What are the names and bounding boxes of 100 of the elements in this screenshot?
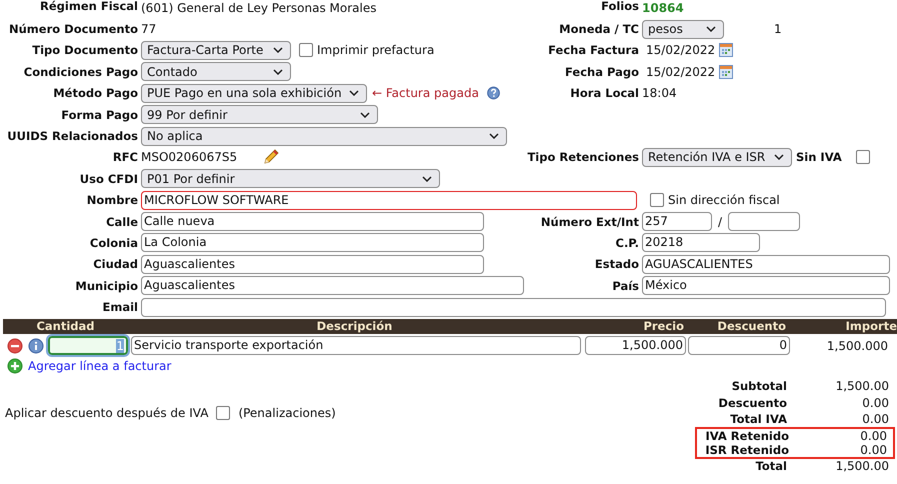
text-input[interactable] — [728, 212, 800, 232]
chevron-icon — [273, 47, 283, 54]
total-value: 0.00 — [861, 396, 890, 410]
text-input[interactable]: Aguascalientes — [141, 276, 524, 296]
field-label: Hora Local — [569, 86, 640, 100]
column-header: Cantidad — [35, 319, 96, 334]
checkbox[interactable] — [299, 43, 313, 58]
date-value: 15/02/2022 — [646, 64, 716, 79]
field-label: Estado — [594, 257, 640, 272]
checkbox-label: Sin IVA — [795, 150, 843, 164]
field-value: 18:04 — [642, 86, 677, 100]
field-label: Municipio — [74, 278, 139, 293]
text-input[interactable]: AGUASCALIENTES — [642, 254, 890, 274]
field-label: Folios — [600, 0, 640, 15]
folio-number: 10864 — [642, 0, 684, 15]
dropdown-select[interactable]: Contado — [141, 62, 291, 82]
field-label: Nombre — [86, 193, 139, 208]
field-label: Uso CFDI — [78, 172, 139, 186]
date-value: 15/02/2022 — [646, 43, 716, 58]
total-label: Total — [754, 459, 787, 474]
dropdown-select[interactable]: Factura-Carta Porte — [141, 40, 291, 60]
text-input[interactable]: La Colonia — [141, 233, 484, 252]
text-input[interactable]: Calle nueva — [141, 212, 484, 232]
field-label: Régimen Fiscal — [39, 0, 139, 15]
option-label: Aplicar descuento después de IVA — [5, 406, 208, 420]
text-input[interactable]: MICROFLOW SOFTWARE — [141, 190, 637, 210]
field-label: Número Documento — [8, 22, 139, 36]
total-label: Descuento — [717, 396, 787, 410]
info-icon[interactable] — [28, 338, 44, 354]
total-label: Subtotal — [730, 379, 787, 394]
field-label: Forma Pago — [60, 108, 139, 122]
calendar-icon[interactable] — [719, 43, 734, 58]
chevron-icon — [422, 176, 432, 182]
field-value: 77 — [141, 22, 156, 36]
dropdown-select[interactable]: pesos — [642, 20, 724, 39]
chevron-icon — [706, 26, 716, 32]
total-value: 0.00 — [859, 443, 888, 458]
description-input[interactable]: Servicio transporte exportación — [131, 336, 581, 356]
total-label: IVA Retenido — [704, 429, 789, 444]
dropdown-select[interactable]: Retención IVA e ISR — [642, 148, 792, 167]
separator-text: / — [718, 214, 722, 229]
column-header: Descripción — [316, 319, 394, 334]
amount-value: 1,500.000 — [826, 338, 889, 353]
total-label: Total IVA — [729, 412, 787, 426]
paid-note: ← Factura pagada — [372, 86, 479, 100]
column-header: Importe — [844, 319, 897, 334]
field-label: País — [611, 278, 640, 293]
calendar-icon[interactable] — [719, 64, 734, 79]
chevron-icon — [349, 90, 359, 96]
field-label: Email — [102, 300, 139, 314]
field-label: UUIDS Relacionados — [6, 129, 139, 144]
checkbox[interactable] — [856, 150, 870, 164]
add-icon[interactable] — [7, 358, 23, 374]
pencil-icon[interactable] — [262, 148, 280, 166]
chevron-icon — [774, 154, 784, 160]
help-icon[interactable] — [486, 86, 500, 100]
chevron-icon — [489, 133, 499, 140]
text-input[interactable]: Aguascalientes — [141, 254, 484, 274]
field-label: Fecha Factura — [547, 43, 640, 58]
add-line-link[interactable]: Agregar línea a facturar — [28, 358, 172, 373]
dropdown-select[interactable]: 99 Por definir — [141, 105, 378, 124]
discount-input[interactable]: 0 — [688, 336, 790, 356]
total-value: 0.00 — [861, 412, 890, 426]
text-input[interactable]: 257 — [642, 212, 712, 232]
checkbox-label: Sin dirección fiscal — [668, 193, 780, 208]
field-value: MSO0206067S5 — [141, 150, 238, 164]
field-label: Fecha Pago — [564, 64, 640, 79]
field-label: Número Ext/Int — [540, 214, 640, 229]
field-label: Moneda / TC — [558, 22, 640, 36]
field-value: (601) General de Ley Personas Morales — [141, 0, 376, 15]
field-label: Tipo Documento — [31, 43, 139, 58]
column-header: Precio — [642, 319, 685, 334]
dropdown-select[interactable]: P01 Por definir — [141, 169, 440, 188]
field-label: Condiciones Pago — [22, 64, 139, 79]
total-value: 1,500.00 — [834, 379, 890, 394]
total-label: ISR Retenido — [704, 443, 789, 458]
checkbox-label: Imprimir prefactura — [317, 43, 434, 58]
field-label: Colonia — [88, 236, 139, 250]
chevron-icon — [273, 68, 283, 75]
field-label: Método Pago — [52, 86, 139, 100]
checkbox[interactable] — [650, 193, 664, 208]
total-value: 1,500.00 — [834, 459, 890, 474]
text-input[interactable]: 20218 — [642, 233, 760, 252]
remove-icon[interactable] — [7, 338, 23, 354]
option-note: (Penalizaciones) — [238, 406, 336, 420]
field-label: Tipo Retenciones — [526, 150, 640, 164]
checkbox[interactable] — [216, 406, 230, 420]
chevron-icon — [360, 112, 370, 118]
dropdown-select[interactable]: PUE Pago en una sola exhibición — [141, 84, 367, 103]
dropdown-select[interactable]: No aplica — [141, 126, 507, 146]
field-label: Calle — [105, 214, 139, 229]
column-header: Descuento — [716, 319, 787, 334]
total-value: 0.00 — [859, 429, 888, 444]
exchange-rate: 1 — [774, 22, 782, 36]
price-input[interactable]: 1,500.000 — [585, 336, 686, 356]
field-label: C.P. — [614, 236, 640, 250]
field-label: Ciudad — [92, 257, 139, 272]
field-label: RFC — [112, 150, 139, 164]
text-input[interactable] — [141, 298, 886, 317]
text-input[interactable]: México — [642, 276, 890, 296]
